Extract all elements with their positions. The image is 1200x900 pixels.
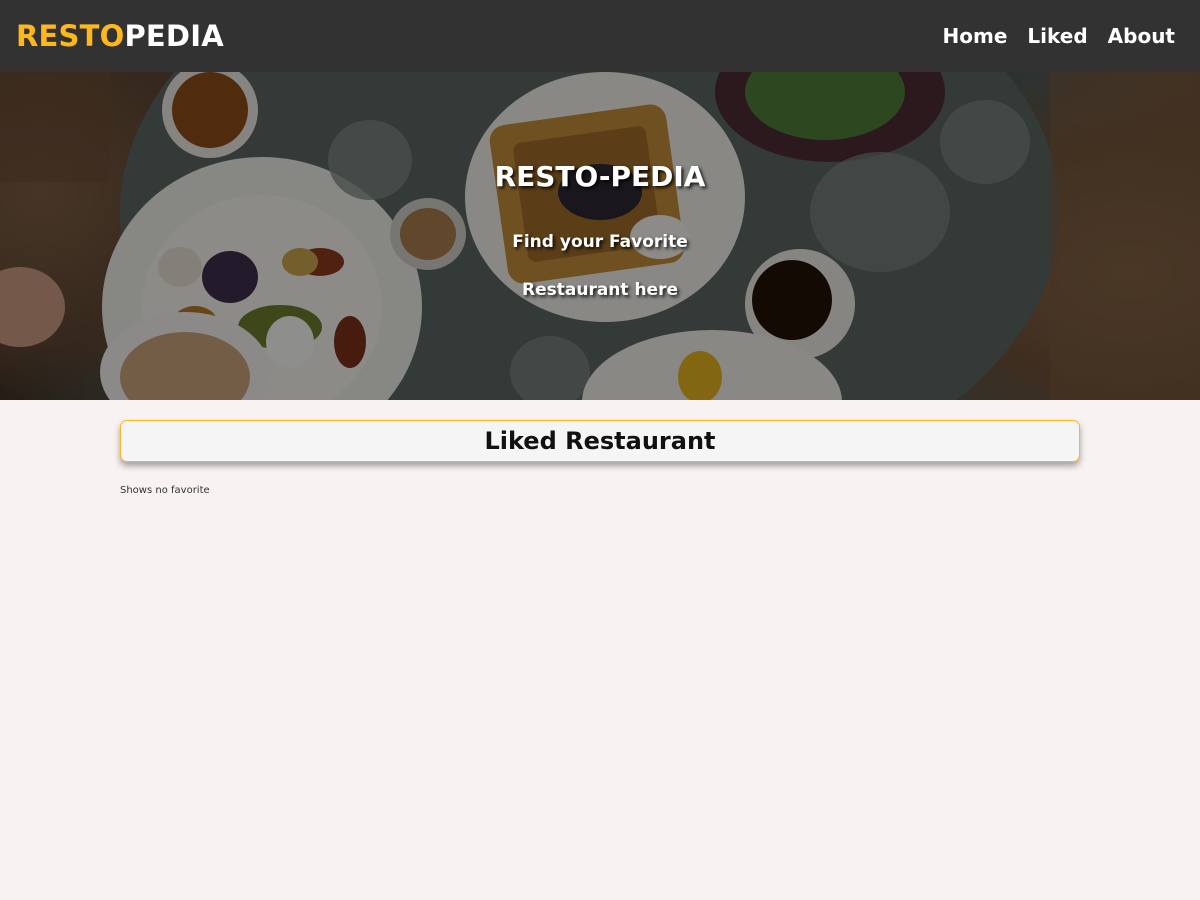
main-nav: Home Liked About	[943, 24, 1175, 48]
nav-home-link[interactable]: Home	[943, 24, 1008, 48]
hero-content: RESTO-PEDIA Find your Favorite Restauran…	[0, 72, 1200, 400]
section-title-box: Liked Restaurant	[120, 420, 1080, 462]
hero-tagline: Find your Favorite Restaurant here	[512, 232, 688, 300]
section-title: Liked Restaurant	[484, 427, 716, 455]
nav-about-link[interactable]: About	[1108, 24, 1175, 48]
hero-title: RESTO-PEDIA	[494, 160, 706, 193]
logo-accent-text: RESTO	[16, 19, 125, 53]
hero-banner: RESTO-PEDIA Find your Favorite Restauran…	[0, 72, 1200, 400]
main-content: Liked Restaurant Shows no favorite	[120, 420, 1080, 496]
nav-liked-link[interactable]: Liked	[1027, 24, 1087, 48]
logo-light-text: PEDIA	[124, 19, 224, 53]
brand-logo[interactable]: RESTOPEDIA	[16, 19, 224, 53]
app-bar: RESTOPEDIA Home Liked About	[0, 0, 1200, 72]
empty-state-message: Shows no favorite	[120, 485, 210, 496]
